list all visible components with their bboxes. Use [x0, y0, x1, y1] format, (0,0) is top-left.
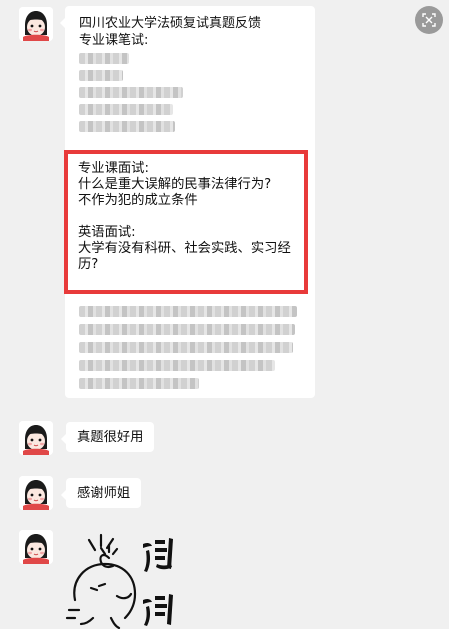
interview-question-1: 什么是重大误解的民事法律行为?	[78, 177, 272, 192]
chat-window: 四川农业大学法硕复试真题反馈 专业课笔试: 专业课面试: 什么是重大误解的民事法…	[0, 0, 449, 629]
avatar-icon	[19, 421, 53, 455]
avatar[interactable]	[19, 421, 53, 455]
message-title: 四川农业大学法硕复试真题反馈	[79, 16, 262, 31]
blurred-text	[79, 53, 129, 64]
thanks-sticker[interactable]	[65, 530, 185, 629]
blurred-text	[79, 104, 173, 115]
interview-heading: 专业课面试:	[78, 161, 149, 176]
screenshot-icon	[422, 13, 436, 27]
screenshot-button[interactable]	[415, 6, 443, 34]
highlight-box: 专业课面试: 什么是重大误解的民事法律行为? 不作为犯的成立条件 英语面试: 大…	[64, 150, 308, 294]
message-text: 感谢师姐	[77, 485, 131, 501]
written-exam-heading: 专业课笔试:	[79, 33, 149, 48]
avatar-icon	[19, 7, 53, 41]
message-bubble[interactable]: 真题很好用	[60, 422, 155, 452]
blurred-text	[79, 342, 293, 353]
message-text: 真题很好用	[77, 429, 144, 445]
blurred-text	[79, 378, 199, 389]
avatar[interactable]	[19, 476, 53, 510]
avatar[interactable]	[19, 530, 53, 564]
blurred-text	[79, 121, 175, 132]
english-question-1: 大学有没有科研、社会实践、实习经历?	[78, 241, 291, 272]
avatar-icon	[19, 476, 53, 510]
blurred-text	[79, 306, 297, 317]
blurred-text	[79, 324, 295, 335]
message-bubble[interactable]: 感谢师姐	[60, 478, 142, 508]
english-heading: 英语面试:	[78, 225, 136, 240]
blurred-text	[79, 87, 183, 98]
interview-question-2: 不作为犯的成立条件	[78, 193, 198, 208]
thanks-sticker-image	[65, 533, 173, 629]
avatar[interactable]	[19, 7, 53, 41]
blurred-text	[79, 360, 275, 371]
avatar-icon	[19, 530, 53, 564]
blurred-text	[79, 70, 123, 81]
